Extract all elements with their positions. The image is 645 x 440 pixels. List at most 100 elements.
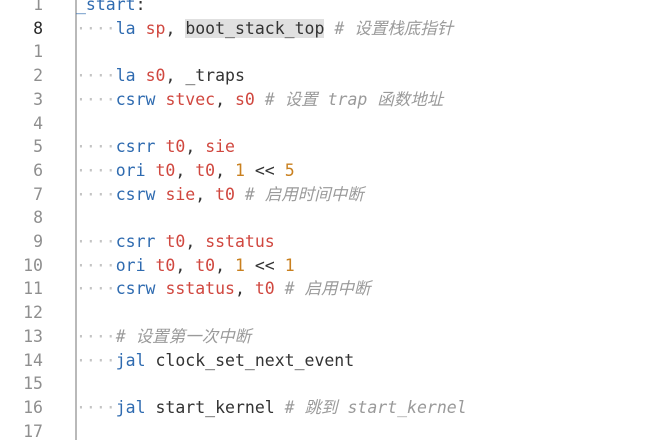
code-token: ori [115,255,146,275]
code-token: ···· [76,232,116,251]
code-line[interactable]: 1 _start: [0,0,645,17]
code-token: t0 [215,184,235,204]
code-text[interactable]: ····csrr t0, sie [76,135,235,159]
code-text[interactable]: _start: [76,0,146,17]
code-text[interactable]: ····csrw sstatus, t0 # 启用中断 [76,277,371,301]
line-number: 13 [23,326,43,346]
line-number: 8 [33,18,43,38]
line-number: 7 [33,184,43,204]
code-line[interactable]: 5 ····csrr t0, sie [0,135,645,159]
code-line[interactable]: 3 ····csrw stvec, s0 # 设置 trap 函数地址 [0,88,645,112]
code-token: ···· [76,66,116,86]
code-line[interactable]: 9 ····csrr t0, sstatus [0,230,645,254]
code-text[interactable]: ····ori t0, t0, 1 << 5 [76,159,295,183]
code-token: << [244,160,285,180]
code-token: , [175,160,196,180]
code-line[interactable]: 17 [0,420,645,440]
code-line[interactable]: 7 ····csrw sie, t0 # 启用时间中断 [0,183,645,207]
code-text[interactable]: ····csrw sie, t0 # 启用时间中断 [76,183,364,207]
code-token: t0 [165,232,186,251]
code-token: , [185,232,206,251]
code-token: 1 [235,160,245,180]
code-line[interactable]: 15 [0,372,645,396]
code-token: ···· [76,137,116,157]
line-number: 17 [23,421,43,440]
code-token: , [195,184,216,204]
line-number: 14 [23,350,43,370]
code-token: csrr [115,232,156,251]
code-token: 1 [235,255,245,275]
code-token: csrr [115,137,156,157]
code-line[interactable]: 8 ····la sp, boot_stack_top # 设置栈底指针 [0,17,645,41]
code-token: jal [115,397,146,417]
code-text[interactable]: ····la sp, boot_stack_top # 设置栈底指针 [76,17,453,41]
code-token: sie [165,184,196,204]
line-number: 1 [33,42,43,62]
code-editor[interactable]: 1 _start: 8 ····la sp, boot_stack_top # 设置栈… [0,0,645,440]
code-token: ···· [76,350,116,370]
code-token: , [215,160,235,180]
code-line[interactable]: 13 ····# 设置第一次中断 [0,325,645,349]
code-token: , [215,255,235,275]
code-line[interactable]: 12 [0,301,645,325]
code-token: # 设置 trap 函数地址 [254,89,444,109]
code-line[interactable]: 6 ····ori t0, t0, 1 << 5 [0,159,645,183]
code-token: clock_set_next_event [155,350,355,370]
code-token: sstatus [205,232,275,251]
code-token: start_kernel [155,397,275,417]
code-token: csrw [115,184,156,204]
line-number: 9 [33,232,43,251]
line-number: 12 [23,303,43,323]
code-token: t0 [195,160,216,180]
code-text[interactable]: ····jal clock_set_next_event [76,349,354,373]
code-line[interactable]: 8 [0,206,645,230]
code-text[interactable]: ····csrr t0, sstatus [76,230,275,254]
code-token: , [215,89,235,109]
code-token: ···· [76,326,116,346]
code-line[interactable]: 2 ····la s0, _traps [0,64,645,88]
code-line[interactable]: 16 ····jal start_kernel # 跳到 start_kernel [0,396,645,420]
code-text[interactable]: ····jal start_kernel # 跳到 start_kernel [76,396,467,420]
code-token: _traps [185,66,245,86]
code-token: csrw [115,89,156,109]
code-token: la [115,18,136,38]
code-token: t0 [254,279,275,299]
line-number: 6 [33,160,43,180]
code-token: ···· [76,397,116,417]
code-token: , [165,66,186,86]
code-token: # 设置第一次中断 [115,326,252,346]
code-token: t0 [195,255,216,275]
code-token: t0 [155,255,176,275]
code-line[interactable]: 1 [0,40,645,64]
code-token: jal [115,350,146,370]
line-number: 2 [33,66,43,86]
line-number: 1 [33,0,43,14]
code-token: # 设置栈底指针 [324,18,454,38]
line-number: 10 [23,255,43,275]
code-token: : [135,0,146,14]
code-line[interactable]: 4 [0,112,645,136]
code-token: boot_stack_top [185,18,325,38]
line-number: 15 [23,374,43,394]
code-token: csrw [115,279,156,299]
code-token: ori [115,160,146,180]
code-text[interactable]: ····la s0, _traps [76,64,245,88]
code-line[interactable]: 10 ····ori t0, t0, 1 << 1 [0,254,645,278]
code-text[interactable]: ····csrw stvec, s0 # 设置 trap 函数地址 [76,88,443,112]
code-text[interactable]: ····# 设置第一次中断 [76,325,251,349]
line-number: 5 [33,137,43,157]
code-token: _start [76,0,136,14]
code-text[interactable]: ····ori t0, t0, 1 << 1 [76,254,295,278]
code-token: << [244,255,285,275]
code-line[interactable]: 11 ····csrw sstatus, t0 # 启用中断 [0,277,645,301]
code-token: 5 [284,160,295,180]
code-token: # 跳到 start_kernel [274,397,467,417]
code-line[interactable]: 14 ····jal clock_set_next_event [0,349,645,373]
